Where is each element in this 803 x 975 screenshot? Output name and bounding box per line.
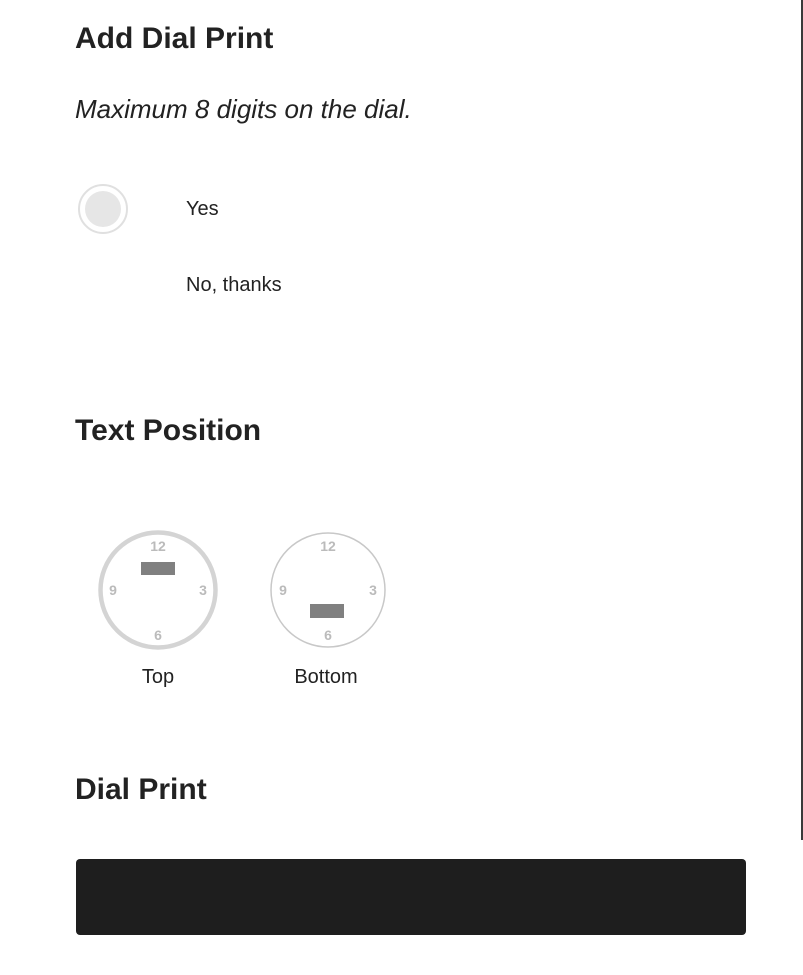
dial-bottom-numeral-9: 9	[279, 582, 287, 598]
dial-top-numeral-12: 12	[150, 538, 166, 554]
page: Add Dial Print Maximum 8 digits on the d…	[0, 0, 803, 975]
text-position-bottom-label: Bottom	[294, 666, 358, 688]
max-digits-note: Maximum 8 digits on the dial.	[75, 94, 412, 124]
dial-bottom-icon: 12 3 6 9	[270, 532, 386, 648]
radio-yes-label: Yes	[186, 198, 219, 220]
text-marker-bottom	[310, 604, 344, 618]
radio-yes-circle[interactable]	[78, 184, 128, 234]
dial-print-input[interactable]	[76, 859, 746, 935]
radio-option-no-thanks[interactable]: No, thanks	[76, 258, 376, 314]
radio-option-yes[interactable]: Yes	[76, 182, 376, 238]
radio-dot	[85, 191, 121, 227]
dial-bottom-numeral-12: 12	[320, 538, 336, 554]
dial-top-numeral-9: 9	[109, 582, 117, 598]
dial-bottom-numeral-3: 3	[369, 582, 377, 598]
dial-top-numeral-6: 6	[154, 627, 162, 643]
text-position-heading: Text Position	[75, 414, 262, 447]
dial-bottom-numeral-6: 6	[324, 627, 332, 643]
text-marker-top	[141, 562, 175, 575]
text-position-bottom-option[interactable]: 12 3 6 9 Bottom	[268, 530, 388, 700]
add-dial-print-heading: Add Dial Print	[75, 22, 274, 55]
radio-no-thanks-label: No, thanks	[186, 274, 282, 296]
text-position-top-label: Top	[141, 666, 175, 688]
dial-print-heading: Dial Print	[75, 773, 207, 806]
dial-top-numeral-3: 3	[199, 582, 207, 598]
dial-top-icon: 12 3 6 9	[98, 530, 218, 650]
text-position-top-option[interactable]: 12 3 6 9 Top	[98, 530, 218, 700]
